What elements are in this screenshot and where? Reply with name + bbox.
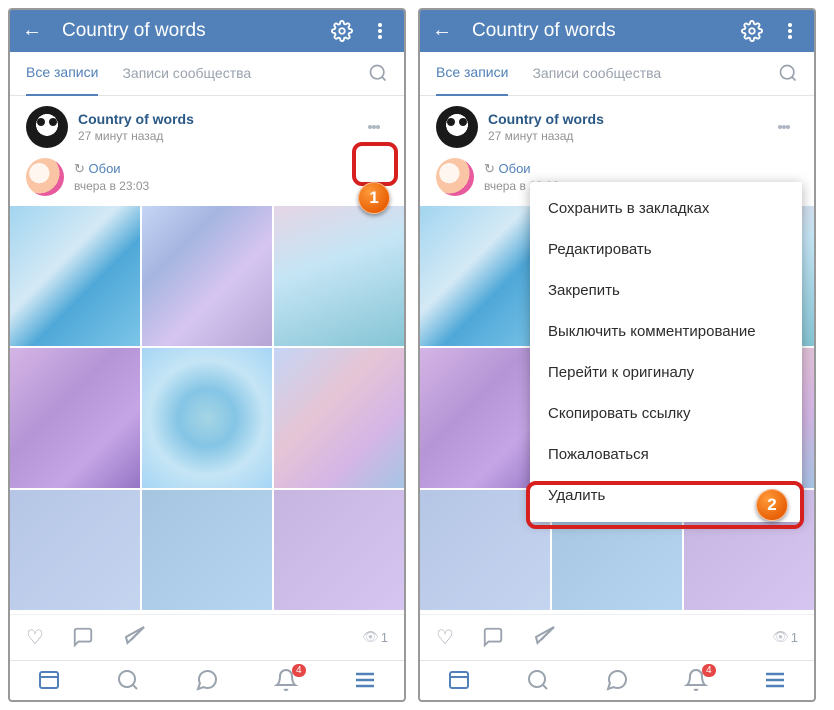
tab-community-posts[interactable]: Записи сообщества — [122, 51, 251, 95]
avatar[interactable] — [436, 106, 478, 148]
more-vertical-icon[interactable] — [778, 19, 802, 43]
share-icon[interactable] — [122, 625, 146, 649]
tab-all-posts[interactable]: Все записи — [436, 50, 508, 96]
nav-menu-icon[interactable] — [353, 668, 377, 692]
post-author[interactable]: Country of words — [488, 111, 770, 127]
app-header: ← Country of words — [10, 10, 404, 52]
nav-menu-icon[interactable] — [763, 668, 787, 692]
menu-goto-original[interactable]: Перейти к оригиналу — [530, 352, 802, 393]
views-count: 1 — [362, 629, 388, 645]
gear-icon[interactable] — [740, 19, 764, 43]
tabs-bar: Все записи Записи сообщества — [420, 52, 814, 96]
repost-avatar[interactable] — [436, 158, 474, 196]
notifications-badge: 4 — [702, 664, 716, 677]
post-actions: ♡ 1 — [10, 614, 404, 660]
header-title: Country of words — [62, 20, 316, 42]
comment-icon[interactable] — [72, 626, 94, 648]
menu-copy-link[interactable]: Скопировать ссылку — [530, 393, 802, 434]
nav-feed-icon[interactable] — [37, 668, 61, 692]
repost-time: вчера в 23:03 — [74, 179, 149, 193]
post-actions: ♡ 1 — [420, 614, 814, 660]
nav-notifications-icon[interactable]: 4 — [274, 668, 298, 692]
repost: Обои вчера в 23:03 — [26, 158, 388, 196]
post-context-menu: Сохранить в закладках Редактировать Закр… — [530, 182, 802, 522]
post-time: 27 минут назад — [488, 129, 770, 143]
menu-edit[interactable]: Редактировать — [530, 229, 802, 270]
post-more-icon[interactable] — [770, 119, 798, 135]
avatar[interactable] — [26, 106, 68, 148]
nav-messages-icon[interactable] — [195, 668, 219, 692]
menu-report[interactable]: Пожаловаться — [530, 434, 802, 475]
post-more-icon[interactable] — [360, 119, 388, 135]
nav-search-icon[interactable] — [116, 668, 140, 692]
views-count: 1 — [772, 629, 798, 645]
bottom-nav: 4 — [420, 660, 814, 700]
tab-all-posts[interactable]: Все записи — [26, 50, 98, 96]
repost-label[interactable]: Обои — [74, 161, 149, 177]
bottom-nav: 4 — [10, 660, 404, 700]
post-author[interactable]: Country of words — [78, 111, 360, 127]
phone-left: ← Country of words Все записи Записи соо… — [8, 8, 406, 702]
post: Country of words 27 минут назад Обои вче… — [10, 96, 404, 610]
like-icon[interactable]: ♡ — [26, 625, 44, 650]
menu-pin[interactable]: Закрепить — [530, 270, 802, 311]
callout-1: 1 — [358, 182, 390, 214]
image-gallery[interactable] — [10, 206, 404, 610]
like-icon[interactable]: ♡ — [436, 625, 454, 650]
back-icon[interactable]: ← — [22, 19, 42, 42]
post-time: 27 минут назад — [78, 129, 360, 143]
menu-bookmark[interactable]: Сохранить в закладках — [530, 188, 802, 229]
notifications-badge: 4 — [292, 664, 306, 677]
search-icon[interactable] — [368, 63, 388, 83]
more-vertical-icon[interactable] — [368, 19, 392, 43]
gear-icon[interactable] — [330, 19, 354, 43]
menu-disable-comments[interactable]: Выключить комментирование — [530, 311, 802, 352]
search-icon[interactable] — [778, 63, 798, 83]
repost-label[interactable]: Обои — [484, 161, 559, 177]
tabs-bar: Все записи Записи сообщества — [10, 52, 404, 96]
nav-feed-icon[interactable] — [447, 668, 471, 692]
tab-community-posts[interactable]: Записи сообщества — [532, 51, 661, 95]
share-icon[interactable] — [532, 625, 556, 649]
nav-search-icon[interactable] — [526, 668, 550, 692]
repost-avatar[interactable] — [26, 158, 64, 196]
callout-2: 2 — [756, 489, 788, 521]
header-title: Country of words — [472, 20, 726, 42]
comment-icon[interactable] — [482, 626, 504, 648]
phone-right: ← Country of words Все записи Записи соо… — [418, 8, 816, 702]
app-header: ← Country of words — [420, 10, 814, 52]
back-icon[interactable]: ← — [432, 19, 452, 42]
nav-messages-icon[interactable] — [605, 668, 629, 692]
nav-notifications-icon[interactable]: 4 — [684, 668, 708, 692]
